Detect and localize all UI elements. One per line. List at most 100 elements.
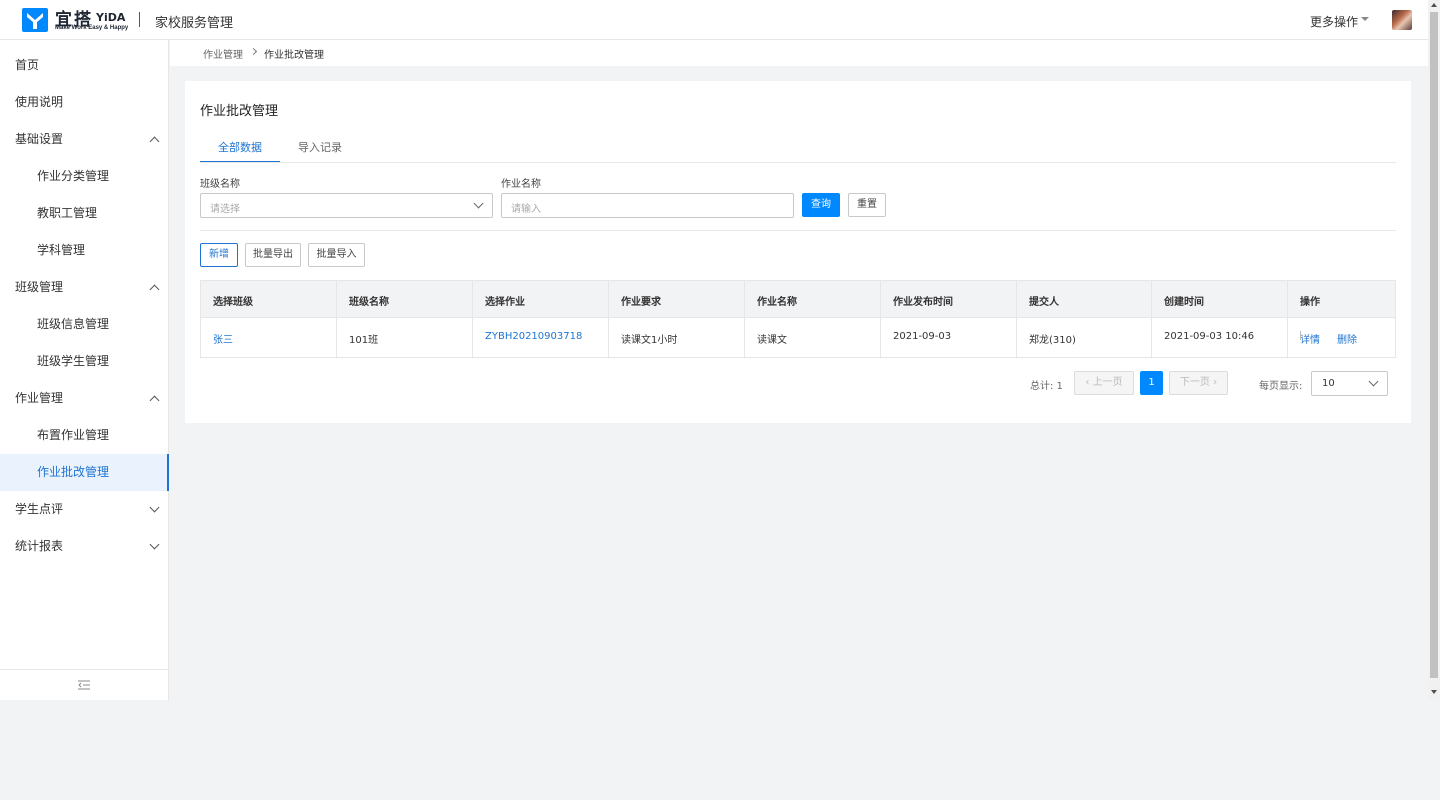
sidebar-item-class-students[interactable]: 班级学生管理: [0, 343, 168, 380]
table-header-cell: 提交人: [1017, 281, 1152, 317]
sidebar-item-label: 布置作业管理: [37, 428, 110, 442]
delete-link[interactable]: 删除: [1337, 331, 1357, 346]
scroll-thumb[interactable]: [1430, 12, 1438, 678]
homework-select-link[interactable]: ZYBH20210903718: [485, 331, 582, 342]
table-cell: 郑龙(310): [1017, 318, 1152, 357]
sidebar-group-homework-management[interactable]: 作业管理: [0, 380, 168, 417]
header-label: 操作: [1300, 297, 1320, 308]
sidebar-item-label: 作业批改管理: [37, 465, 110, 479]
sidebar-item-hw-category[interactable]: 作业分类管理: [0, 158, 168, 195]
table-row: 张三 101班 ZYBH20210903718 读课文1小时 读课文 2021-…: [200, 318, 1396, 358]
cell-text: 2021-09-03 10:46: [1164, 331, 1255, 342]
homework-name-input[interactable]: 请输入: [501, 193, 794, 218]
input-placeholder: 请输入: [511, 204, 541, 215]
user-avatar[interactable]: [1392, 10, 1412, 30]
per-page-value: 10: [1322, 378, 1335, 389]
sidebar-item-assign-homework[interactable]: 布置作业管理: [0, 417, 168, 454]
sidebar-group-class-management[interactable]: 班级管理: [0, 269, 168, 306]
table-cell-ops: 详情 删除: [1288, 318, 1395, 357]
sidebar-item-label: 使用说明: [15, 95, 64, 109]
sidebar-item-subjects[interactable]: 学科管理: [0, 232, 168, 269]
sidebar-item-label: 学生点评: [15, 502, 64, 516]
per-page-label: 每页显示:: [1259, 381, 1303, 392]
table-header-cell: 选择作业: [473, 281, 609, 317]
sidebar-item-label: 班级信息管理: [37, 317, 110, 331]
sidebar-group-student-review[interactable]: 学生点评: [0, 491, 168, 528]
collapse-sidebar-icon[interactable]: [78, 680, 90, 690]
table-cell[interactable]: ZYBH20210903718: [473, 318, 609, 357]
query-button[interactable]: 查询: [802, 193, 840, 217]
sidebar-item-label: 教职工管理: [37, 206, 98, 220]
table-cell: 101班: [337, 318, 473, 357]
header-label: 作业发布时间: [893, 297, 953, 308]
scroll-down-arrow-icon[interactable]: [1431, 690, 1437, 694]
tab-all-data[interactable]: 全部数据: [200, 139, 280, 163]
table-cell: 读课文: [745, 318, 881, 357]
per-page-select[interactable]: 10: [1311, 371, 1388, 396]
logo-slogan: Make Work Easy & Happy: [55, 25, 129, 31]
chevron-down-icon: [1368, 376, 1379, 387]
table-header-cell: 作业发布时间: [881, 281, 1017, 317]
reset-button[interactable]: 重置: [848, 193, 886, 217]
table-header-cell: 作业要求: [609, 281, 745, 317]
sidebar-item-label: 作业分类管理: [37, 169, 110, 183]
sidebar-group-statistics[interactable]: 统计报表: [0, 528, 168, 565]
yida-logo-icon[interactable]: [22, 8, 48, 32]
chevron-up-icon: [149, 136, 160, 147]
class-name-label: 班级名称: [200, 179, 240, 190]
table-header: 选择班级 班级名称 选择作业 作业要求 作业名称 作业发布时间 提交人 创建时间…: [200, 280, 1396, 318]
sidebar-item-class-info[interactable]: 班级信息管理: [0, 306, 168, 343]
breadcrumb-parent[interactable]: 作业管理: [203, 46, 243, 61]
detail-link[interactable]: 详情: [1300, 331, 1320, 346]
scroll-up-arrow-icon[interactable]: [1431, 3, 1437, 7]
sidebar-item-label: 班级管理: [15, 280, 64, 294]
chevron-up-icon: [149, 395, 160, 406]
sidebar-item-grade-homework[interactable]: 作业批改管理: [0, 454, 169, 491]
table-cell: 2021-09-03 10:46: [1152, 318, 1288, 357]
sidebar-item-staff[interactable]: 教职工管理: [0, 195, 168, 232]
bulk-import-button[interactable]: 批量导入: [308, 243, 365, 267]
cell-text: 读课文: [757, 335, 787, 346]
page-scrollbar[interactable]: [1428, 0, 1440, 700]
breadcrumb-current: 作业批改管理: [264, 50, 324, 61]
op-separator: [1300, 331, 1301, 340]
homework-name-label: 作业名称: [501, 179, 541, 190]
sidebar-group-basic-settings[interactable]: 基础设置: [0, 121, 168, 158]
sidebar-item-label: 统计报表: [15, 539, 64, 553]
header-label: 作业要求: [621, 297, 661, 308]
class-select-link[interactable]: 张三: [213, 331, 233, 346]
cell-text: 2021-09-03: [893, 331, 952, 342]
pagination-total: 总计: 1: [1030, 381, 1063, 392]
next-page-label: 下一页: [1179, 377, 1210, 388]
cell-text: 读课文1小时: [621, 335, 678, 346]
prev-page-label: 上一页: [1092, 377, 1123, 388]
sidebar-item-home[interactable]: 首页: [0, 47, 168, 84]
header-label: 提交人: [1029, 297, 1059, 308]
header-label: 创建时间: [1164, 297, 1204, 308]
tab-import-records[interactable]: 导入记录: [298, 139, 342, 163]
caret-down-icon[interactable]: [1361, 17, 1369, 21]
empty-area: [0, 700, 1440, 800]
table-cell[interactable]: 张三: [201, 318, 337, 357]
filter-divider: [200, 230, 1396, 231]
page-number-current[interactable]: 1: [1140, 371, 1163, 395]
breadcrumb: 作业管理 作业批改管理: [170, 40, 1428, 66]
table-header-cell: 班级名称: [337, 281, 473, 317]
bulk-export-button[interactable]: 批量导出: [245, 243, 301, 267]
chevron-down-icon: [149, 539, 160, 550]
table-cell: 读课文1小时: [609, 318, 745, 357]
more-operations-button[interactable]: 更多操作: [1310, 13, 1358, 30]
sidebar-nav: 首页 使用说明 基础设置 作业分类管理 教职工管理 学科管理 班级管理 班级信息…: [0, 40, 169, 700]
cell-text: 郑龙(310): [1029, 335, 1076, 346]
sidebar-item-label: 首页: [15, 58, 40, 72]
add-button[interactable]: 新增: [200, 243, 238, 267]
app-title: 家校服务管理: [155, 16, 234, 31]
table-cell: 2021-09-03: [881, 318, 1017, 357]
table-header-cell: 选择班级: [201, 281, 337, 317]
prev-page-button[interactable]: ‹ 上一页: [1074, 371, 1134, 395]
sidebar-item-instructions[interactable]: 使用说明: [0, 84, 168, 121]
class-name-select[interactable]: 请选择: [200, 193, 493, 218]
top-header: 宜搭 YiDA Make Work Easy & Happy 家校服务管理 更多…: [0, 0, 1428, 40]
sidebar-item-label: 基础设置: [15, 132, 64, 146]
next-page-button[interactable]: 下一页 ›: [1169, 371, 1228, 395]
